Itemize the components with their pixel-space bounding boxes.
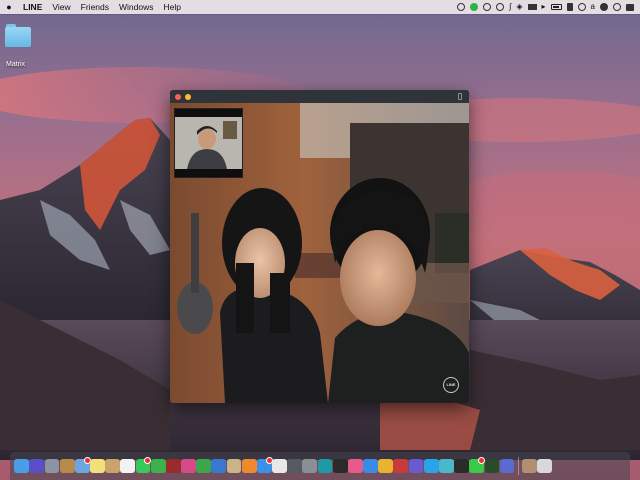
siri-icon[interactable] — [29, 459, 45, 473]
finder-icon[interactable] — [14, 459, 29, 473]
app-store-icon[interactable] — [256, 457, 273, 473]
window-titlebar[interactable] — [170, 90, 469, 103]
record-icon[interactable] — [457, 3, 466, 11]
trash-icon[interactable] — [537, 459, 552, 473]
sync-icon[interactable] — [483, 3, 492, 11]
music-icon[interactable] — [347, 459, 363, 473]
launchpad-icon[interactable] — [44, 459, 60, 473]
minimize-button[interactable] — [185, 93, 191, 100]
time-machine-icon[interactable] — [496, 3, 505, 11]
clock-icon[interactable] — [577, 3, 586, 11]
dock-separator — [517, 457, 519, 475]
dictionary-icon[interactable] — [484, 459, 500, 473]
close-button[interactable] — [175, 93, 181, 100]
menu-item-view[interactable]: View — [47, 0, 75, 14]
stocks-icon[interactable] — [439, 459, 454, 473]
self-view-thumbnail[interactable] — [174, 108, 243, 178]
spotify-icon[interactable] — [454, 459, 469, 473]
discord-icon[interactable] — [499, 459, 515, 473]
messages-icon[interactable] — [135, 457, 152, 473]
airplay-icon[interactable] — [527, 4, 537, 10]
itunes-icon[interactable] — [181, 459, 196, 473]
notes-icon[interactable] — [90, 459, 105, 473]
input-source-label[interactable]: a — [591, 3, 595, 11]
wifi-icon[interactable]: ◈ — [516, 3, 522, 11]
self-view-video — [175, 109, 242, 177]
downloads-stack-icon[interactable] — [521, 459, 537, 473]
preview-icon[interactable] — [226, 459, 242, 473]
mail-icon[interactable] — [74, 457, 91, 473]
line-logo-badge: LINE — [443, 377, 459, 393]
terminal-icon[interactable] — [332, 459, 348, 473]
menu-item-windows[interactable]: Windows — [114, 0, 158, 14]
photos-icon[interactable] — [272, 459, 287, 473]
calendar-icon[interactable] — [120, 459, 136, 473]
search-icon[interactable] — [613, 3, 621, 11]
desktop-folder-matrix[interactable]: Matrix — [4, 22, 32, 68]
notes-icon[interactable] — [566, 3, 573, 11]
menu-item-friends[interactable]: Friends — [76, 0, 114, 14]
screenshot-icon[interactable] — [287, 459, 303, 473]
notification-center-icon[interactable] — [626, 3, 634, 11]
user-icon[interactable] — [600, 3, 608, 11]
contacts-icon[interactable] — [105, 459, 121, 473]
menu-bar: ● LINE View Friends Windows Help ∫ ◈ ▸ a — [0, 0, 640, 14]
facetime-icon[interactable] — [150, 459, 166, 473]
battery-icon[interactable] — [550, 4, 562, 10]
volume-icon[interactable]: ▸ — [542, 3, 546, 11]
numbers-icon[interactable] — [196, 459, 212, 473]
dock — [10, 452, 630, 480]
keynote-icon[interactable] — [211, 459, 227, 473]
apple-icon[interactable]: ● — [0, 2, 18, 12]
menu-item-help[interactable]: Help — [158, 0, 185, 14]
chrome-icon[interactable] — [378, 459, 394, 473]
status-menus: ∫ ◈ ▸ a — [457, 3, 640, 11]
desktop-folder-label: Matrix — [6, 61, 26, 68]
line-icon[interactable] — [469, 457, 486, 473]
line-video-call-window[interactable]: LINE — [170, 90, 469, 403]
star-icon[interactable] — [408, 459, 424, 473]
arduino-icon[interactable] — [317, 459, 333, 473]
help-icon[interactable] — [302, 459, 318, 473]
safari-icon[interactable] — [363, 459, 378, 473]
books-icon[interactable] — [241, 459, 257, 473]
menu-item-line[interactable]: LINE — [18, 0, 47, 14]
line-status-icon[interactable] — [470, 3, 479, 11]
skype-icon[interactable] — [423, 459, 439, 473]
pin-icon[interactable] — [458, 93, 462, 100]
folder-icon — [5, 22, 31, 48]
photo-booth-icon[interactable] — [165, 459, 181, 473]
notebook-icon[interactable] — [59, 459, 75, 473]
color-picker-icon[interactable] — [393, 459, 409, 473]
bluetooth-icon[interactable]: ∫ — [509, 3, 511, 11]
